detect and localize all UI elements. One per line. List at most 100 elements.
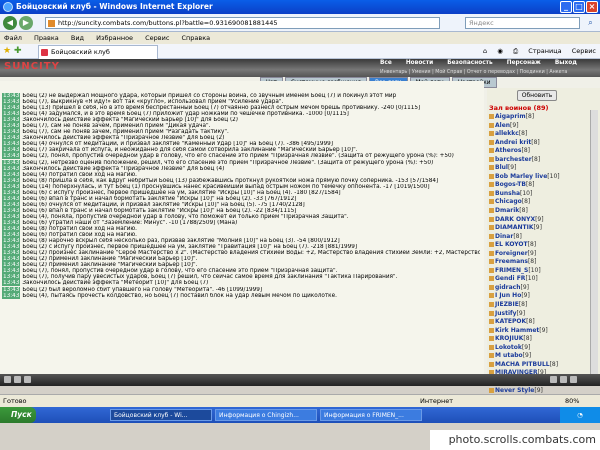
player-name[interactable]: Aigaprim	[495, 113, 526, 120]
player-name[interactable]: FRIMEN_S	[495, 267, 528, 274]
add-favorite-icon[interactable]: ✚	[14, 46, 22, 56]
player-name[interactable]: Chicago	[495, 198, 522, 205]
menu-file[interactable]: Файл	[4, 34, 22, 42]
player-name[interactable]: Blul	[495, 164, 508, 171]
player-name[interactable]: gidrach	[495, 284, 520, 291]
forward-button[interactable]: ▶	[19, 16, 33, 30]
refresh-button[interactable]: Обновить	[517, 90, 557, 101]
player-name[interactable]: Andrei krit	[495, 139, 531, 146]
close-button[interactable]: ×	[586, 1, 598, 13]
player-name[interactable]: DARK ONYX	[495, 216, 535, 223]
nav-character[interactable]: Персонаж	[507, 60, 541, 66]
roster-item[interactable]: Lokotok[9]	[489, 344, 589, 353]
player-name[interactable]: Foreigner	[495, 250, 528, 257]
menu-tools[interactable]: Сервис	[145, 34, 169, 42]
player-name[interactable]: EL KOYOT	[495, 241, 528, 248]
roster-item[interactable]: Andrei krit[8]	[489, 139, 589, 148]
roster-item[interactable]: allekkc[8]	[489, 130, 589, 139]
roster-item[interactable]: Freemans[8]	[489, 258, 589, 267]
toolbar-icon-5[interactable]	[560, 376, 567, 383]
roster-item[interactable]: I Jun Ho[9]	[489, 292, 589, 301]
roster-item[interactable]: MACHA PITBULL[8]	[489, 361, 589, 370]
player-name[interactable]: Bunsha	[495, 190, 520, 197]
player-name[interactable]: DIAMANTIK	[495, 224, 533, 231]
roster-item[interactable]: KATEPOK[8]	[489, 318, 589, 327]
menu-favorites[interactable]: Избранное	[96, 34, 133, 42]
home-icon[interactable]: ⌂	[483, 47, 487, 55]
roster-item[interactable]: Foreigner[9]	[489, 250, 589, 259]
player-name[interactable]: barchester	[495, 156, 532, 163]
roster-item[interactable]: Chicago[8]	[489, 198, 589, 207]
player-name[interactable]: Lokotok	[495, 344, 522, 351]
nav-all[interactable]: Все	[380, 60, 394, 66]
roster-item[interactable]: DIAMANTIK[9]	[489, 224, 589, 233]
url-input[interactable]: http://suncity.combats.com/buttons.pl?ba…	[45, 17, 440, 29]
player-name[interactable]: Alen	[495, 122, 510, 129]
maximize-button[interactable]: □	[573, 1, 585, 13]
player-name[interactable]: Atheros	[495, 147, 522, 154]
roster-item[interactable]: EL KOYOT[8]	[489, 241, 589, 250]
nav-news[interactable]: Новости	[406, 60, 433, 66]
player-name[interactable]: Dinar	[495, 233, 513, 240]
roster-item[interactable]: Atheros[8]	[489, 147, 589, 156]
start-button[interactable]: Пуск	[0, 407, 36, 423]
toolbar-icon-2[interactable]	[14, 376, 21, 383]
feeds-icon[interactable]: ◉	[497, 47, 503, 55]
nav-security[interactable]: Безопасность	[447, 60, 493, 66]
player-name[interactable]: KROJIUK	[495, 335, 523, 342]
task-info-1[interactable]: Информация о Chingizh...	[215, 409, 317, 421]
search-icon[interactable]: ⌕	[584, 17, 597, 29]
roster-item[interactable]: Justify[9]	[489, 310, 589, 319]
player-name[interactable]: MACHA PITBULL	[495, 361, 550, 368]
minimize-button[interactable]: _	[560, 1, 572, 13]
favorites-star-icon[interactable]: ★	[3, 46, 11, 56]
player-name[interactable]: Dmarik	[495, 207, 519, 214]
toolbar-icon-4[interactable]	[550, 376, 557, 383]
roster-item[interactable]: M utabo[9]	[489, 352, 589, 361]
roster-item[interactable]: gidrach[9]	[489, 284, 589, 293]
sidebar-scrollbar[interactable]	[590, 110, 598, 374]
roster-item[interactable]: Kirk Hammet[9]	[489, 327, 589, 336]
player-name[interactable]: Freemans	[495, 258, 528, 265]
search-input[interactable]: Яндекс	[465, 17, 580, 29]
toolbar-icon-3[interactable]	[24, 376, 31, 383]
menu-edit[interactable]: Правка	[34, 34, 59, 42]
roster-item[interactable]: Dmarik[8]	[489, 207, 589, 216]
player-name[interactable]: Bob Marley live	[495, 173, 547, 180]
task-ie[interactable]: Бойцовский клуб - Wi...	[110, 409, 212, 421]
roster-item[interactable]: Bob Marley live[10]	[489, 173, 589, 182]
roster-item[interactable]: Dinar[8]	[489, 233, 589, 242]
zoom-level[interactable]: 80%	[565, 395, 579, 407]
task-info-2[interactable]: Информация о FRIMEN_...	[320, 409, 422, 421]
tools-menu[interactable]: Сервис	[572, 47, 596, 55]
print-icon[interactable]: ⎙	[513, 47, 518, 55]
player-name[interactable]: JIEZBIE	[495, 301, 519, 308]
toolbar-icon-1[interactable]	[4, 376, 11, 383]
player-name[interactable]: I Jun Ho	[495, 292, 521, 299]
page-menu[interactable]: Страница	[528, 47, 561, 55]
menu-help[interactable]: Справка	[182, 34, 211, 42]
roster-item[interactable]: FRIMEN_S[10]	[489, 267, 589, 276]
nav-exit[interactable]: Выход	[555, 60, 577, 66]
toolbar-icon-6[interactable]	[570, 376, 577, 383]
player-name[interactable]: Gendi FR	[495, 275, 525, 282]
player-name[interactable]: KATEPOK	[495, 318, 526, 325]
roster-item[interactable]: Bogos-TB[8]	[489, 181, 589, 190]
roster-item[interactable]: barchester[8]	[489, 156, 589, 165]
roster-item[interactable]: Bunsha[10]	[489, 190, 589, 199]
roster-item[interactable]: Blul[9]	[489, 164, 589, 173]
roster-item[interactable]: DARK ONYX[9]	[489, 216, 589, 225]
roster-item[interactable]: JIEZBIE[8]	[489, 301, 589, 310]
player-name[interactable]: Justify	[495, 310, 517, 317]
roster-item[interactable]: Aigaprim[8]	[489, 113, 589, 122]
roster-item[interactable]: KROJIUK[8]	[489, 335, 589, 344]
player-name[interactable]: allekkc	[495, 130, 519, 137]
player-name[interactable]: M utabo	[495, 352, 523, 359]
roster-item[interactable]: Alen[9]	[489, 122, 589, 131]
player-name[interactable]: Kirk Hammet	[495, 327, 539, 334]
back-button[interactable]: ◀	[3, 16, 17, 30]
game-subnav[interactable]: Инвентарь | Умения | Мой Справ | Отчет о…	[380, 68, 600, 77]
player-name[interactable]: Bogos-TB	[495, 181, 526, 188]
player-name[interactable]: Never Style	[495, 387, 534, 394]
menu-view[interactable]: Вид	[71, 34, 84, 42]
